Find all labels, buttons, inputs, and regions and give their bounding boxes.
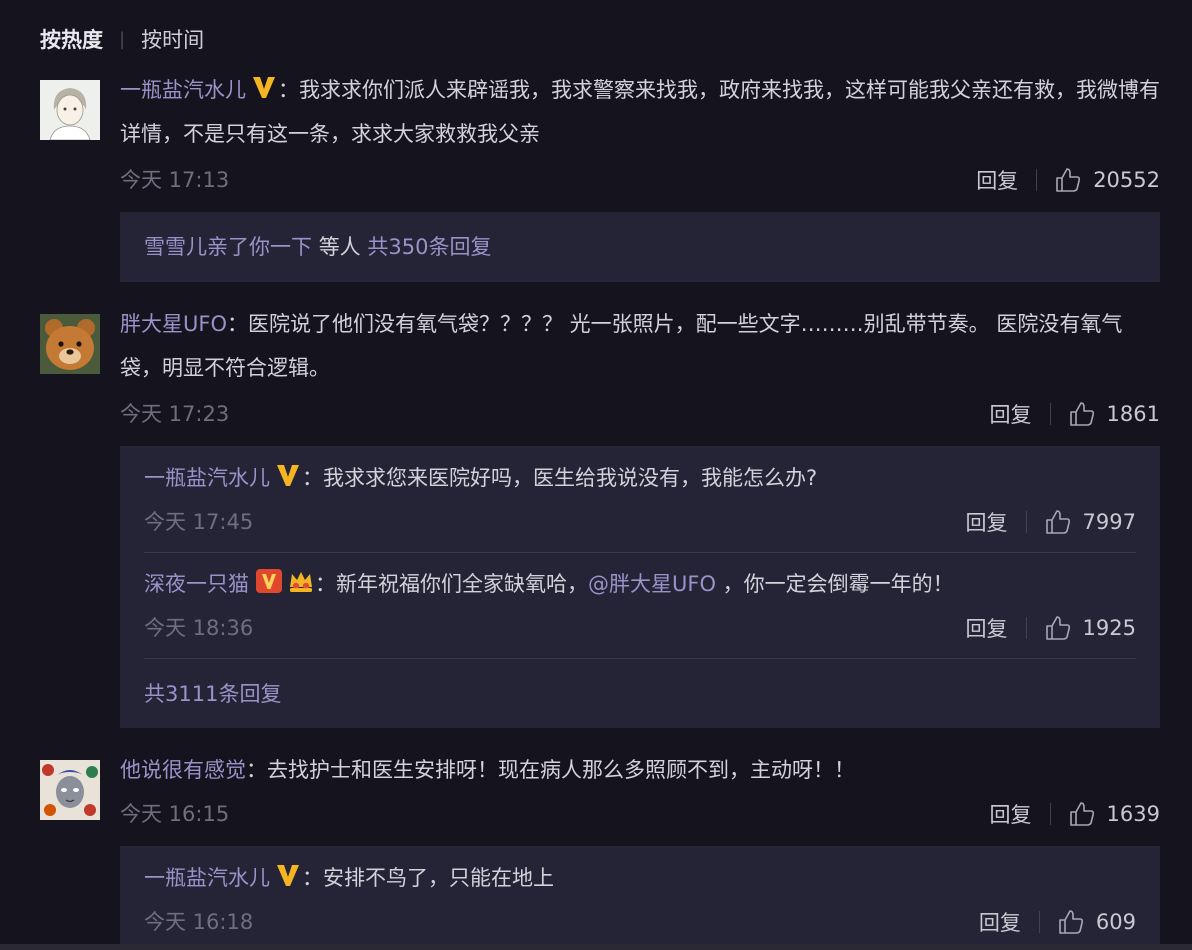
replies-box: 一瓶盐汽水儿 ：我求求您来医院好吗，医生给我说没有，我能怎么办? 今天 17:45…: [120, 446, 1160, 728]
reply-names: 雪雪儿亲了你一下: [144, 235, 312, 259]
comment-timestamp: 今天 16:15: [120, 802, 230, 826]
sort-divider: |: [119, 28, 126, 50]
comment-timestamp: 今天 17:13: [120, 168, 230, 192]
reply-count-link[interactable]: 共350条回复: [367, 235, 491, 259]
more-replies-link[interactable]: 共3111条回复: [144, 676, 281, 712]
avatar-image: [40, 80, 100, 140]
comment-actions: 回复 20552: [976, 162, 1160, 198]
reply-text: 深夜一只猫 ：新年祝福你们全家缺氧哈，@胖大星UFO ，你一定会倒霉一年的！: [144, 562, 954, 606]
reply-text: 一瓶盐汽水儿 ：我求求您来医院好吗，医生给我说没有，我能怎么办?: [144, 456, 817, 500]
reply-timestamp: 今天 18:36: [144, 616, 254, 640]
comment-text: 他说很有感觉：去找护士和医生安排呀！现在病人那么多照顾不到，主动呀！！: [120, 758, 855, 782]
comment-username[interactable]: 他说很有感觉: [120, 758, 246, 782]
reply-button[interactable]: 回复: [966, 507, 1008, 537]
reply-button[interactable]: 回复: [990, 799, 1032, 829]
comment-text: 一瓶盐汽水儿 ：我求求你们派人来辟谣我，我求警察来找我，政府来找我，这样可能我父亲…: [120, 68, 1160, 156]
avatar[interactable]: [40, 314, 100, 374]
comment-text: 胖大星UFO：医院说了他们没有氧气袋？？？？ 光一张照片，配一些文字………别乱带…: [120, 312, 1123, 380]
vip-badge-icon: [277, 465, 299, 486]
reply-actions: 回复 1925: [966, 610, 1136, 646]
comment-actions: 回复 1639: [990, 796, 1160, 832]
comment-username[interactable]: 胖大星UFO: [120, 312, 227, 336]
sort-by-time-tab[interactable]: 按时间: [141, 24, 204, 54]
like-count: 1925: [1082, 616, 1136, 640]
like-count: 1639: [1106, 802, 1160, 826]
like-count: 7997: [1082, 510, 1136, 534]
vip-badge-icon: [253, 77, 275, 98]
action-divider: [1036, 169, 1038, 191]
comment-actions: 回复 1861: [990, 396, 1160, 432]
avatar-image: [40, 760, 100, 820]
action-divider: [1025, 617, 1027, 639]
comment-username[interactable]: 一瓶盐汽水儿: [120, 78, 246, 102]
like-count: 20552: [1093, 168, 1160, 192]
reply-username[interactable]: 深夜一只猫: [144, 572, 249, 596]
comment-timestamp: 今天 17:23: [120, 402, 230, 426]
thumbs-up-icon[interactable]: [1069, 801, 1095, 827]
comment-body: 去找护士和医生安排呀！现在病人那么多照顾不到，主动呀！！: [267, 758, 855, 782]
bottom-edge-bar: [0, 944, 1192, 950]
action-divider: [1038, 911, 1040, 933]
reply-divider: [144, 658, 1136, 659]
action-divider: [1025, 511, 1027, 533]
reply-timestamp: 今天 16:18: [144, 910, 254, 934]
sort-bar: 按热度 | 按时间: [40, 22, 204, 56]
reply-body-tail: ，你一定会倒霉一年的！: [715, 572, 954, 596]
thumbs-up-icon[interactable]: [1045, 615, 1071, 641]
vip-badge-icon: [277, 865, 299, 886]
thumbs-up-icon[interactable]: [1069, 401, 1095, 427]
reply-button[interactable]: 回复: [979, 907, 1021, 937]
sort-by-hot-tab[interactable]: 按热度: [40, 24, 103, 54]
reply-button[interactable]: 回复: [966, 613, 1008, 643]
thumbs-up-icon[interactable]: [1045, 509, 1071, 535]
reply-body: 新年祝福你们全家缺氧哈，: [336, 572, 588, 596]
crown-badge-icon: [290, 572, 312, 592]
reply-body: 安排不鸟了，只能在地上: [323, 866, 554, 890]
avatar[interactable]: [40, 760, 100, 820]
reply-actions: 回复 7997: [966, 504, 1136, 540]
comment-body: 医院说了他们没有氧气袋？？？？ 光一张照片，配一些文字………别乱带节奏。 医院没…: [120, 312, 1123, 380]
reply-text: 一瓶盐汽水儿 ：安排不鸟了，只能在地上: [144, 856, 554, 900]
reply-username[interactable]: 一瓶盐汽水儿: [144, 466, 270, 490]
reply-button[interactable]: 回复: [990, 399, 1032, 429]
avatar-image: [40, 314, 100, 374]
reply-actions: 回复 609: [979, 904, 1136, 940]
replies-box: 一瓶盐汽水儿 ：安排不鸟了，只能在地上 今天 16:18 回复 609: [120, 846, 1160, 944]
replies-summary-box[interactable]: 雪雪儿亲了你一下 等人 共350条回复: [120, 212, 1160, 282]
reply-body: 我求求您来医院好吗，医生给我说没有，我能怎么办?: [323, 466, 818, 490]
thumbs-up-icon[interactable]: [1058, 909, 1084, 935]
like-count: 1861: [1106, 402, 1160, 426]
reply-names-suffix: 等人: [318, 235, 361, 259]
reply-username[interactable]: 一瓶盐汽水儿: [144, 866, 270, 890]
thumbs-up-icon[interactable]: [1055, 167, 1081, 193]
vip-level-badge-icon: [256, 569, 282, 593]
like-count: 609: [1095, 910, 1136, 934]
action-divider: [1049, 803, 1051, 825]
reply-button[interactable]: 回复: [976, 165, 1018, 195]
reply-divider: [144, 552, 1136, 553]
action-divider: [1049, 403, 1051, 425]
reply-timestamp: 今天 17:45: [144, 510, 254, 534]
user-mention-link[interactable]: @胖大星UFO: [588, 572, 716, 596]
avatar[interactable]: [40, 80, 100, 140]
replies-summary[interactable]: 雪雪儿亲了你一下 等人 共350条回复: [144, 229, 491, 265]
